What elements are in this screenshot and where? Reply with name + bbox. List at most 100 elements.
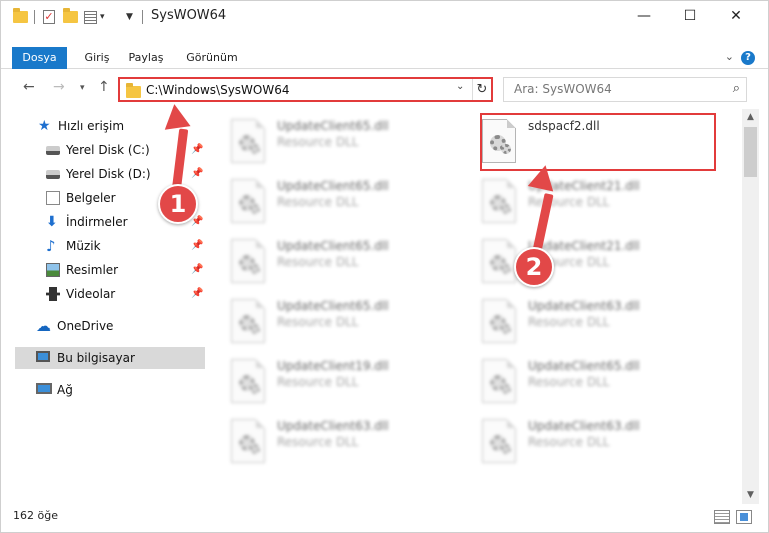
address-text[interactable]: C:\Windows\SysWOW64 — [146, 83, 290, 97]
explorer-window: ✓ ▾ ▼ SysWOW64 — ☐ ✕ Dosya Giriş Paylaş … — [0, 0, 769, 533]
file-item[interactable]: UpdateClient63.dll Resource DLL — [476, 413, 716, 469]
step-badge-2: 2 — [514, 247, 554, 287]
sidebar-item-label: Videolar — [66, 287, 116, 301]
large-icons-view-icon[interactable] — [736, 510, 752, 524]
scroll-up-icon[interactable]: ▲ — [742, 109, 759, 126]
sidebar-item-label: İndirmeler — [66, 215, 128, 229]
file-item[interactable]: UpdateClient21.dll Resource DLL — [476, 173, 716, 229]
pin-icon[interactable]: 📌 — [191, 259, 203, 281]
sidebar-item-network[interactable]: Ağ — [1, 379, 207, 401]
sidebar-item-label: Yerel Disk (D:) — [66, 167, 151, 181]
pin-icon[interactable]: 📌 — [191, 163, 203, 185]
details-view-icon[interactable] — [714, 510, 730, 524]
dll-file-icon — [231, 299, 265, 343]
sidebar-item-label: Belgeler — [66, 191, 116, 205]
dll-file-icon — [482, 419, 516, 463]
sidebar-item-pictures[interactable]: Resimler 📌 — [1, 259, 207, 281]
new-folder-icon[interactable] — [63, 8, 78, 25]
sidebar-item-videos[interactable]: Videolar 📌 — [1, 283, 207, 305]
folder-icon — [13, 8, 28, 25]
disk-icon — [46, 170, 60, 179]
refresh-icon[interactable]: ↻ — [472, 79, 491, 100]
view-properties-icon[interactable] — [84, 9, 97, 25]
file-name: UpdateClient65.dll — [528, 359, 640, 373]
vertical-scrollbar[interactable]: ▲ ▼ — [742, 109, 759, 504]
file-list: UpdateClient65.dll Resource DLL sdspacf2… — [215, 109, 740, 504]
file-item[interactable]: UpdateClient65.dll Resource DLL — [225, 233, 465, 289]
file-item[interactable]: UpdateClient21.dll Resource DLL — [476, 233, 716, 289]
close-button[interactable]: ✕ — [713, 1, 759, 32]
sidebar-item-label: Bu bilgisayar — [57, 351, 135, 365]
help-icon[interactable]: ? — [741, 51, 755, 65]
up-arrow-icon[interactable]: ↑ — [98, 79, 110, 95]
file-type: Resource DLL — [277, 375, 359, 389]
tab-giris[interactable]: Giriş — [77, 47, 117, 69]
file-type: Resource DLL — [528, 375, 610, 389]
file-item[interactable]: UpdateClient65.dll Resource DLL — [225, 293, 465, 349]
dll-file-icon — [231, 119, 265, 163]
sidebar-item-label: Resimler — [66, 263, 119, 277]
sidebar-item-this-pc[interactable]: Bu bilgisayar — [15, 347, 205, 369]
scroll-thumb[interactable] — [744, 127, 757, 177]
status-bar: 162 öğe — [1, 506, 768, 532]
file-item[interactable]: UpdateClient63.dll Resource DLL — [225, 413, 465, 469]
file-type: Resource DLL — [277, 315, 359, 329]
recent-locations-icon[interactable]: ▾ — [80, 83, 85, 93]
navigation-bar: ← → ▾ ↑ C:\Windows\SysWOW64 ⌄ ↻ Ara: Sys… — [1, 75, 768, 103]
music-note-icon: ♪ — [46, 237, 56, 255]
tab-dosya[interactable]: Dosya — [12, 47, 67, 69]
computer-icon — [36, 351, 50, 362]
separator — [142, 9, 143, 25]
separator — [34, 9, 35, 25]
sidebar-item-label: Hızlı erişim — [58, 119, 125, 133]
ribbon-tabs: Dosya Giriş Paylaş Görünüm ⌄ ? — [1, 47, 768, 69]
network-icon — [36, 383, 52, 394]
sidebar-item-label: Ağ — [57, 383, 73, 397]
tab-gorunum[interactable]: Görünüm — [181, 47, 243, 69]
minimize-button[interactable]: — — [621, 1, 667, 32]
chevron-down-icon[interactable]: ▾ — [100, 9, 105, 25]
file-item[interactable]: UpdateClient19.dll Resource DLL — [225, 353, 465, 409]
sidebar-item-label: OneDrive — [57, 319, 114, 333]
film-icon — [46, 287, 60, 301]
pin-icon[interactable]: 📌 — [191, 235, 203, 257]
dll-file-icon — [482, 359, 516, 403]
address-bar[interactable]: C:\Windows\SysWOW64 ⌄ ↻ — [118, 77, 493, 102]
file-type: Resource DLL — [277, 255, 359, 269]
properties-check-icon[interactable]: ✓ — [43, 9, 55, 25]
sidebar-item-music[interactable]: ♪ Müzik 📌 — [1, 235, 207, 257]
dll-file-icon — [231, 239, 265, 283]
file-name: UpdateClient19.dll — [277, 359, 389, 373]
file-item[interactable]: UpdateClient65.dll Resource DLL — [225, 173, 465, 229]
file-type: Resource DLL — [277, 195, 359, 209]
download-arrow-icon: ⬇ — [46, 214, 58, 230]
collapse-ribbon-icon[interactable]: ⌄ — [725, 50, 734, 63]
address-dropdown-icon[interactable]: ⌄ — [456, 81, 464, 92]
file-item[interactable]: UpdateClient65.dll Resource DLL — [225, 113, 465, 169]
star-icon: ★ — [38, 118, 51, 134]
scroll-down-icon[interactable]: ▼ — [742, 487, 759, 504]
pin-icon[interactable]: 📌 — [191, 283, 203, 305]
annotation-arrow-head-1 — [161, 102, 191, 130]
pin-icon[interactable]: 📌 — [191, 139, 203, 161]
file-type: Resource DLL — [277, 435, 359, 449]
search-box[interactable]: Ara: SysWOW64 ⌕ — [503, 77, 747, 102]
tab-paylas[interactable]: Paylaş — [123, 47, 169, 69]
back-arrow-icon[interactable]: ← — [23, 79, 35, 95]
maximize-button[interactable]: ☐ — [667, 1, 713, 32]
sidebar-item-onedrive[interactable]: ☁ OneDrive — [1, 315, 207, 337]
dropdown-arrow-icon[interactable]: ▼ — [126, 9, 133, 25]
search-input[interactable]: Ara: SysWOW64 — [514, 82, 612, 96]
disk-icon — [46, 146, 60, 155]
file-item[interactable]: UpdateClient65.dll Resource DLL — [476, 353, 716, 409]
dll-file-icon — [231, 359, 265, 403]
sidebar-item-label: Yerel Disk (C:) — [66, 143, 150, 157]
file-item[interactable]: UpdateClient63.dll Resource DLL — [476, 293, 716, 349]
dll-file-icon — [482, 239, 516, 283]
forward-arrow-icon[interactable]: → — [53, 79, 65, 95]
search-icon[interactable]: ⌕ — [733, 81, 740, 96]
document-icon — [46, 191, 60, 205]
item-count: 162 öğe — [13, 509, 58, 522]
file-name: UpdateClient63.dll — [528, 419, 640, 433]
file-name: UpdateClient65.dll — [277, 179, 389, 193]
